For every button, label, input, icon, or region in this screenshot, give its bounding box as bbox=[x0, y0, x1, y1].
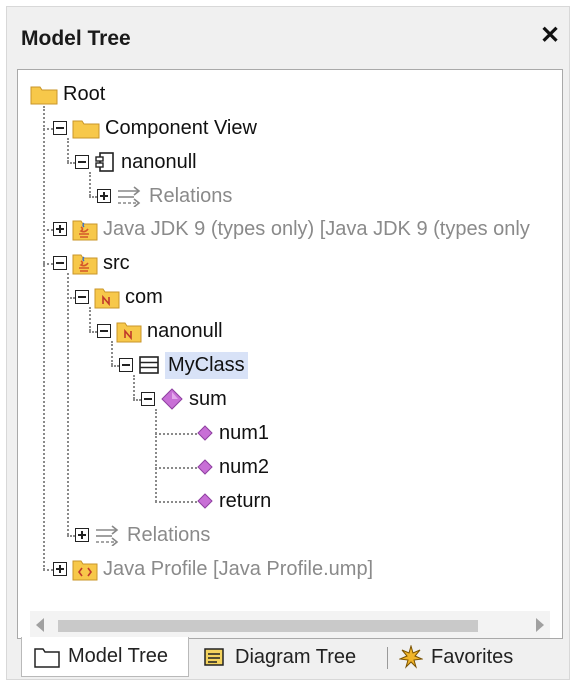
tree-connector bbox=[67, 162, 75, 164]
tree-connector bbox=[133, 399, 141, 401]
tab-label: Model Tree bbox=[68, 645, 169, 667]
panel-tabs: Model Tree Diagram Tree Favorites bbox=[7, 637, 569, 679]
parameter-icon bbox=[197, 425, 213, 441]
panel-titlebar: Model Tree ✕ bbox=[7, 7, 569, 69]
close-icon[interactable]: ✕ bbox=[537, 23, 563, 49]
collapse-icon[interactable] bbox=[53, 121, 67, 135]
favorites-icon bbox=[399, 645, 423, 669]
collapse-icon[interactable] bbox=[75, 155, 89, 169]
tree-item-label: MyClass bbox=[165, 351, 248, 379]
tree-item-label: Relations bbox=[149, 184, 233, 207]
tree-item-nanonull-component[interactable]: nanonull bbox=[94, 147, 197, 177]
component-icon bbox=[95, 152, 114, 172]
tree-item-label: nanonull bbox=[121, 150, 197, 173]
tree-connector bbox=[43, 128, 53, 130]
tree-item-label: num2 bbox=[219, 455, 270, 478]
tree-item-label: return bbox=[219, 489, 272, 512]
collapse-icon[interactable] bbox=[141, 392, 155, 406]
class-icon bbox=[139, 356, 159, 374]
tree-item-label: nanonull bbox=[147, 319, 223, 342]
tree-connector bbox=[89, 196, 97, 198]
tree-item-label: src bbox=[103, 251, 130, 274]
collapse-icon[interactable] bbox=[75, 290, 89, 304]
tree-item-num2[interactable]: num2 bbox=[196, 452, 269, 482]
tree-connector bbox=[111, 365, 119, 367]
tree-item-src[interactable]: src bbox=[72, 248, 130, 278]
tree-item-label: num1 bbox=[219, 421, 270, 444]
tree-connector bbox=[67, 273, 69, 535]
profile-icon bbox=[72, 560, 98, 581]
model-tree-panel: Model Tree ✕ Root Component View nanonul… bbox=[6, 6, 570, 680]
tree-item-relations[interactable]: Relations bbox=[116, 181, 232, 211]
tab-favorites[interactable]: Favorites bbox=[399, 637, 549, 677]
tree-connector bbox=[111, 341, 113, 365]
tree-item-component-view[interactable]: Component View bbox=[72, 113, 257, 143]
operation-icon bbox=[161, 388, 183, 410]
tab-label: Favorites bbox=[431, 645, 514, 668]
tree-item-return[interactable]: return bbox=[196, 486, 271, 516]
tree-item-sum[interactable]: sum bbox=[160, 384, 227, 414]
tree-item-label: Java Profile [Java Profile.ump] bbox=[103, 557, 374, 580]
tree-connector bbox=[67, 138, 69, 162]
diagram-tree-icon bbox=[204, 648, 224, 666]
tree-connector bbox=[43, 106, 45, 570]
parameter-icon bbox=[197, 493, 213, 509]
tree-item-relations[interactable]: Relations bbox=[94, 520, 210, 550]
tree-item-label: Relations bbox=[127, 523, 211, 546]
tree-item-com[interactable]: com bbox=[94, 282, 163, 312]
tree-connector bbox=[89, 331, 97, 333]
expand-icon[interactable] bbox=[97, 189, 111, 203]
expand-icon[interactable] bbox=[75, 528, 89, 542]
relations-icon bbox=[96, 525, 119, 546]
folder-icon bbox=[72, 120, 100, 139]
expand-icon[interactable] bbox=[53, 562, 67, 576]
panel-title: Model Tree bbox=[21, 27, 131, 50]
tree-item-java-profile[interactable]: Java Profile [Java Profile.ump] bbox=[72, 554, 373, 584]
tree-item-label: Root bbox=[63, 82, 106, 105]
tree-item-nanonull-package[interactable]: nanonull bbox=[116, 316, 223, 346]
tree-item-java-jdk[interactable]: Java JDK 9 (types only) [Java JDK 9 (typ… bbox=[72, 214, 530, 244]
tab-diagram-tree[interactable]: Diagram Tree bbox=[203, 637, 373, 677]
tree-item-label: com bbox=[125, 285, 163, 308]
scrollbar-thumb[interactable] bbox=[58, 620, 478, 632]
tree-connector bbox=[43, 263, 53, 265]
tree-connector bbox=[89, 307, 91, 331]
tab-separator bbox=[387, 647, 388, 669]
model-tree-view[interactable]: Root Component View nanonull Relations J… bbox=[17, 69, 563, 639]
model-tree-icon bbox=[34, 647, 60, 668]
tab-model-tree[interactable]: Model Tree bbox=[21, 637, 189, 677]
namespace-package-icon bbox=[116, 322, 142, 343]
java-package-icon bbox=[72, 254, 98, 275]
collapse-icon[interactable] bbox=[53, 256, 67, 270]
tree-connector bbox=[89, 172, 91, 196]
tree-connector bbox=[43, 229, 53, 231]
tree-item-myclass[interactable]: MyClass bbox=[138, 350, 248, 380]
tree-item-num1[interactable]: num1 bbox=[196, 418, 269, 448]
tree-connector bbox=[67, 535, 75, 537]
tree-connector bbox=[155, 409, 157, 502]
tree-item-label: Java JDK 9 (types only) [Java JDK 9 (typ… bbox=[103, 217, 530, 240]
collapse-icon[interactable] bbox=[119, 358, 133, 372]
tree-item-label: sum bbox=[189, 387, 227, 410]
relations-icon bbox=[118, 186, 141, 207]
tree-connector bbox=[155, 467, 197, 469]
tree-connector bbox=[155, 433, 197, 435]
tree-item-label: Component View bbox=[105, 116, 257, 139]
collapse-icon[interactable] bbox=[97, 324, 111, 338]
tree-item-root[interactable]: Root bbox=[30, 79, 105, 109]
tree-connector bbox=[67, 297, 75, 299]
namespace-package-icon bbox=[94, 288, 120, 309]
tab-label: Diagram Tree bbox=[235, 645, 357, 668]
tree-connector bbox=[43, 569, 53, 571]
tree-connector bbox=[155, 501, 197, 503]
folder-icon bbox=[30, 86, 58, 105]
scroll-right-icon[interactable] bbox=[536, 618, 544, 632]
parameter-icon bbox=[197, 459, 213, 475]
tree-connector bbox=[133, 375, 135, 399]
expand-icon[interactable] bbox=[53, 222, 67, 236]
horizontal-scrollbar[interactable] bbox=[30, 611, 550, 638]
scroll-left-icon[interactable] bbox=[36, 618, 44, 632]
java-package-icon bbox=[72, 220, 98, 241]
